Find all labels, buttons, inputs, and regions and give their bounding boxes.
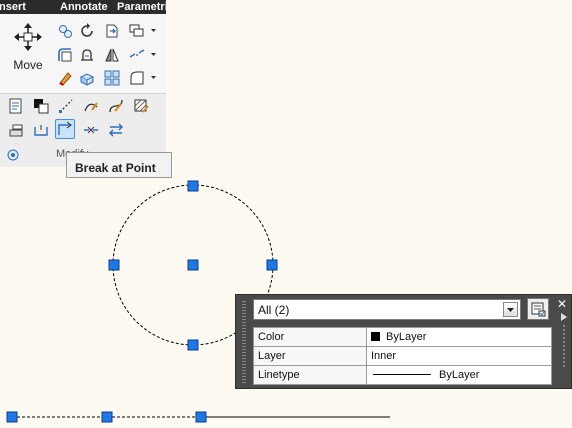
line-end-grip[interactable] [195, 411, 207, 423]
edit-spline-tool[interactable] [106, 96, 126, 116]
set-to-bylayer-tool[interactable] [81, 120, 101, 140]
tooltip-text: Break at Point [75, 161, 156, 175]
stretch-icon [81, 49, 93, 61]
linetype-preview [373, 374, 431, 375]
property-value[interactable]: Inner [366, 346, 552, 366]
eraser-icon [59, 72, 72, 86]
drag-grip[interactable] [242, 299, 246, 385]
join-icon [58, 121, 72, 135]
mirror-icon [105, 48, 119, 62]
selection-value: All (2) [258, 303, 290, 317]
customize-icon [531, 302, 546, 317]
edit-polyline-icon [84, 102, 98, 112]
fillet-icon [58, 48, 72, 62]
pin-panel-tool[interactable] [3, 145, 23, 165]
edit-polyline-tool[interactable] [81, 96, 101, 116]
array-tool[interactable] [127, 21, 147, 41]
chamfer-dropdown[interactable] [150, 68, 157, 88]
draw-order-tool[interactable] [31, 96, 51, 116]
lengthen-tool[interactable] [56, 96, 76, 116]
property-value: ByLayer [439, 369, 480, 381]
reverse-icon [109, 123, 123, 137]
property-name: Layer [253, 346, 367, 366]
list-icon [9, 98, 22, 114]
circle-left-quadrant-grip[interactable] [108, 259, 120, 271]
table-row[interactable]: Color ByLayer [253, 327, 552, 347]
erase-tool[interactable] [55, 68, 75, 88]
reverse-tool[interactable] [106, 120, 126, 140]
property-name: Color [253, 327, 367, 347]
properties-table: Color ByLayer Layer Inner Linetype ByLay… [253, 327, 552, 385]
grip-icon [242, 301, 246, 383]
chamfer-tool[interactable] [127, 68, 147, 88]
chevron-down-icon [151, 76, 156, 79]
move-button[interactable]: Move [6, 22, 50, 76]
quick-properties-palette: All (2) ✕ Color ByLayer Layer Inner Line… [235, 294, 572, 389]
break-tool[interactable] [127, 45, 147, 65]
customize-button[interactable] [527, 298, 549, 320]
move-label: Move [13, 58, 43, 72]
stretch-tool[interactable] [77, 45, 97, 65]
close-icon[interactable]: ✕ [557, 297, 567, 311]
merge-arrows-icon [84, 126, 98, 134]
copy-icon [59, 25, 72, 38]
circle-right-quadrant-grip[interactable] [266, 259, 278, 271]
property-value: ByLayer [386, 331, 427, 343]
fillet-tool[interactable] [55, 45, 75, 65]
chamfer-icon [130, 71, 144, 85]
ribbon: Insert Annotate Parametric Move [0, 0, 166, 167]
chevron-down-icon [151, 29, 156, 32]
break-dropdown[interactable] [150, 45, 157, 65]
property-value-cell[interactable]: ByLayer [366, 327, 552, 347]
scale-icon [79, 73, 95, 86]
table-row[interactable]: Layer Inner [253, 346, 552, 366]
edit-spline-icon [109, 99, 123, 113]
rectangular-array-tool[interactable] [102, 68, 122, 88]
pin-icon [7, 149, 19, 161]
line-midpoint-grip[interactable] [101, 411, 113, 423]
chevron-down-icon[interactable] [503, 302, 518, 317]
break-at-point-icon [34, 125, 48, 136]
circle-center-grip[interactable] [187, 259, 199, 271]
palette-options-icon[interactable] [558, 311, 570, 371]
ribbon-tab-bar: Insert Annotate Parametric [0, 0, 166, 14]
tab-insert[interactable]: Insert [0, 0, 26, 14]
move-icon [14, 23, 42, 51]
selection-dropdown[interactable]: All (2) [253, 299, 521, 320]
grid-icon [104, 70, 120, 86]
mirror-tool[interactable] [102, 45, 122, 65]
array-icon [129, 24, 144, 37]
rotate-icon [81, 23, 93, 37]
break-icon [129, 49, 145, 58]
draw-order-icon [34, 99, 49, 114]
tooltip: Break at Point [66, 152, 172, 178]
property-value-cell[interactable]: ByLayer [366, 365, 552, 385]
align-icon [9, 124, 23, 137]
color-swatch [371, 332, 380, 341]
line-start-grip[interactable] [6, 411, 18, 423]
chevron-down-icon [151, 53, 156, 56]
copy-tool[interactable] [55, 21, 75, 41]
edit-hatch-icon [134, 99, 149, 113]
circle-bottom-quadrant-grip[interactable] [187, 339, 199, 351]
join-tool[interactable] [55, 119, 75, 139]
table-row[interactable]: Linetype ByLayer [253, 365, 552, 385]
edit-hatch-tool[interactable] [131, 96, 151, 116]
trim-tool[interactable] [102, 21, 122, 41]
property-name: Linetype [253, 365, 367, 385]
circle-top-quadrant-grip[interactable] [187, 180, 199, 192]
tab-annotate[interactable]: Annotate [60, 0, 108, 14]
trim-icon [106, 24, 118, 38]
break-at-point-tool[interactable] [31, 120, 51, 140]
rotate-tool[interactable] [77, 21, 97, 41]
lengthen-icon [59, 99, 73, 113]
scale-tool[interactable] [77, 68, 97, 88]
array-dropdown[interactable] [150, 21, 157, 41]
match-properties-tool[interactable] [6, 96, 26, 116]
align-tool[interactable] [6, 120, 26, 140]
tab-parametric[interactable]: Parametric [117, 0, 166, 14]
